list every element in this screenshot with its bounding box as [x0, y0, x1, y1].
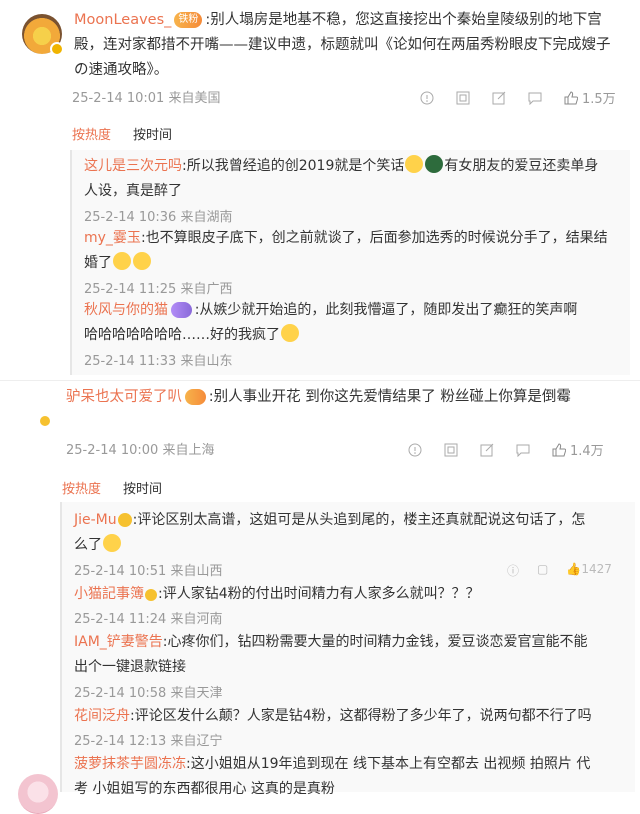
fan-badge: [185, 389, 206, 405]
comment-actions: 1.5万: [420, 88, 616, 107]
comment-meta: 25-2-14 10:01 来自美国: [72, 91, 221, 106]
sort-hot[interactable]: 按热度: [62, 482, 101, 497]
reply: IAM_铲妻警告:心疼你们，钻四粉需要大量的时间精力金钱，爱豆谈恋爱官宣能不能 …: [74, 634, 588, 675]
comment-1: MoonLeaves_ 铁粉:别人塌房是地基不稳，您这直接挖出个秦始皇陵级别的地下…: [0, 0, 640, 380]
like-button[interactable]: 👍1427: [566, 562, 612, 579]
emoji-icon: [103, 534, 121, 552]
fan-badge: 铁粉: [174, 12, 203, 28]
reply-username[interactable]: Jie-Mu: [74, 512, 117, 528]
emoji-icon: [281, 324, 299, 342]
more-icon[interactable]: [408, 443, 422, 457]
comment-text: 驴呆也太可爱了叭 :别人事业开花 到你这先爱情结果了 粉丝碰上你算是倒霉: [66, 389, 571, 405]
reply-username[interactable]: 小猫記事簿: [74, 586, 144, 602]
edit-icon[interactable]: [480, 443, 494, 457]
more-icon[interactable]: [420, 91, 434, 105]
reply-meta: 25-2-14 11:33 来自山东: [84, 354, 233, 369]
like-icon: [564, 90, 578, 105]
emoji-icon: [113, 252, 131, 270]
reply-username[interactable]: 菠萝抹茶芋圆冻冻: [74, 756, 186, 772]
reply-meta: 25-2-14 10:51 来自山西: [74, 564, 223, 579]
like-button[interactable]: 1.4万: [552, 440, 604, 459]
reply-username[interactable]: 秋风与你的猫: [84, 302, 168, 318]
reply: 秋风与你的猫 :从嫉少就开始追的，此刻我懵逼了，随即发出了癫狂的笑声啊 哈哈哈哈…: [84, 302, 578, 343]
comment-text: MoonLeaves_ 铁粉:别人塌房是地基不稳，您这直接挖出个秦始皇陵级别的地下…: [74, 12, 611, 78]
reply-meta: 25-2-14 10:36 来自湖南: [84, 210, 233, 225]
comment-icon[interactable]: [516, 443, 530, 457]
reply-sort: 按热度 按时间: [62, 478, 162, 497]
reply-username[interactable]: IAM_铲妻警告: [74, 634, 163, 650]
verified-badge-icon: [38, 414, 52, 428]
emoji-icon: [133, 252, 151, 270]
reply-username[interactable]: my_霎玉: [84, 230, 141, 246]
comment-2: 驴呆也太可爱了叭 :别人事业开花 到你这先爱情结果了 粉丝碰上你算是倒霉 25-…: [0, 380, 640, 814]
reply-meta: 25-2-14 11:25 来自广西: [84, 282, 233, 297]
reply-meta: 25-2-14 12:13 来自辽宁: [74, 734, 223, 749]
emoji-icon: [117, 513, 132, 527]
reply: 花间泛舟:评论区发什么颠？人家是钻4粉，这都得粉了多少年了，说两句都不行了吗: [74, 708, 592, 724]
fan-badge: [171, 302, 192, 318]
reply: Jie-Mu:评论区别太高谱，这姐可是从头追到尾的，楼主还真就配说这句话了，怎 …: [74, 512, 586, 553]
reply-list: 这儿是三次元吗:所以我曾经追的创2019就是个笑话 有女朋友的爱豆还卖单身 人设，…: [70, 150, 630, 375]
emoji-icon: [145, 589, 157, 601]
reply-meta: 25-2-14 11:24 来自河南: [74, 612, 223, 627]
like-button[interactable]: 1.5万: [564, 88, 616, 107]
like-icon: [552, 442, 566, 457]
edit-icon[interactable]: [492, 91, 506, 105]
comment-actions: 1.4万: [408, 440, 604, 459]
reply-list: Jie-Mu:评论区别太高谱，这姐可是从头追到尾的，楼主还真就配说这句话了，怎 …: [60, 502, 635, 797]
sort-time[interactable]: 按时间: [123, 482, 162, 497]
reply-username[interactable]: 花间泛舟: [74, 708, 130, 724]
more-icon[interactable]: ⓘ: [507, 562, 519, 579]
reply: 菠萝抹茶芋圆冻冻:这小姐姐从19年追到现在 线下基本上有空都去 出视频 拍照片 …: [74, 756, 591, 797]
comment-icon[interactable]: [528, 91, 542, 105]
sort-hot[interactable]: 按热度: [72, 128, 111, 143]
reply-meta: 25-2-14 10:58 来自天津: [74, 686, 223, 701]
reply-actions: ⓘ ▢ 👍1427: [507, 562, 612, 579]
username-link[interactable]: MoonLeaves_: [74, 12, 171, 28]
reply: my_霎玉:也不算眼皮子底下，创之前就谈了，后面参加选秀的时候说分手了，结果结 …: [84, 230, 608, 271]
avatar[interactable]: [18, 774, 58, 814]
reply: 小猫記事簿:评人家钻4粉的付出时间精力有人家多么就叫？？？: [74, 586, 480, 602]
reply-username[interactable]: 这儿是三次元吗: [84, 158, 182, 174]
reply: 这儿是三次元吗:所以我曾经追的创2019就是个笑话 有女朋友的爱豆还卖单身 人设，…: [84, 154, 624, 204]
share-icon[interactable]: [444, 443, 458, 457]
reply-sort: 按热度 按时间: [72, 124, 172, 143]
sort-time[interactable]: 按时间: [133, 128, 172, 143]
comment-meta: 25-2-14 10:00 来自上海: [66, 443, 215, 458]
emoji-icon: [425, 155, 444, 173]
comment-icon[interactable]: ▢: [537, 562, 548, 579]
username-link[interactable]: 驴呆也太可爱了叭: [66, 389, 182, 405]
verified-badge-icon: [50, 42, 64, 56]
share-icon[interactable]: [456, 91, 470, 105]
emoji-icon: [405, 155, 424, 173]
